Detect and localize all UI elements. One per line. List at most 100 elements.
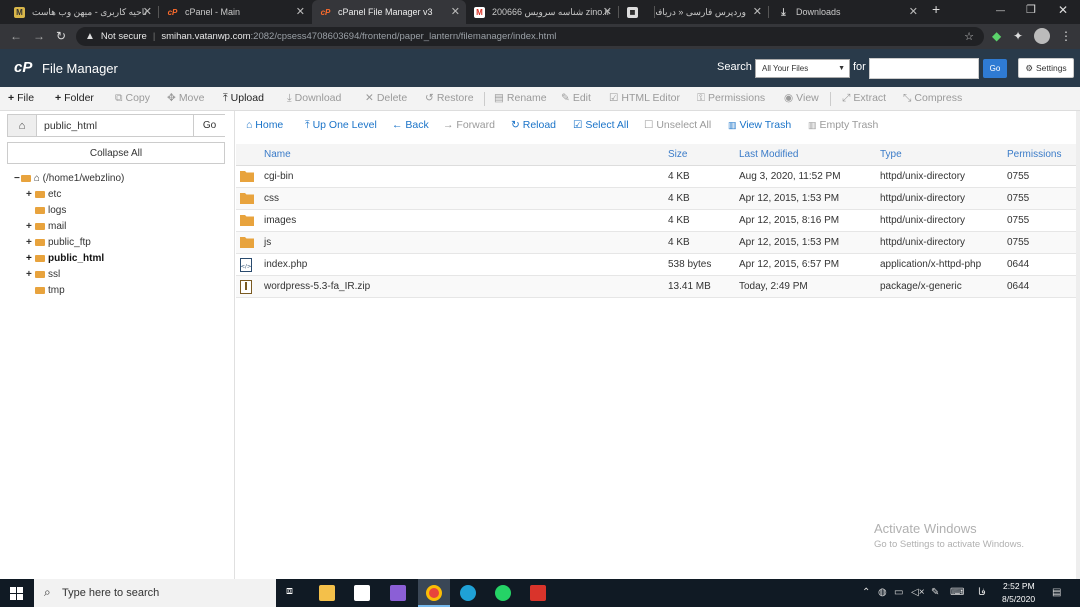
- path-input[interactable]: public_html: [44, 120, 97, 132]
- tree-item-public-html[interactable]: + public_html: [26, 253, 104, 264]
- nav-empty-trash-button[interactable]: ▥ Empty Trash: [808, 119, 878, 131]
- tree-item-public-ftp[interactable]: + public_ftp: [26, 237, 91, 248]
- scrollbar[interactable]: [1076, 111, 1080, 579]
- tree-item-mail[interactable]: + mail: [26, 221, 66, 232]
- tree-item-tmp[interactable]: tmp: [26, 285, 65, 296]
- html-editor-button[interactable]: ☑ HTML Editor: [609, 92, 680, 104]
- task-view-icon[interactable]: ⧈: [286, 585, 302, 601]
- copy-button[interactable]: ⧉ Copy: [115, 92, 150, 105]
- path-go-button[interactable]: Go: [193, 115, 225, 136]
- tree-expand-icon[interactable]: +: [26, 237, 35, 248]
- file-row[interactable]: cgi-bin 4 KB Aug 3, 2020, 11:52 PM httpd/un…: [236, 166, 1076, 188]
- browser-tab-3-active[interactable]: cP cPanel File Manager v3 ✕: [312, 0, 466, 24]
- column-size-header[interactable]: Size: [668, 149, 687, 160]
- home-icon[interactable]: ⌂: [8, 115, 37, 136]
- browser-tab-7[interactable]: ⤓ Downloads ✕: [770, 0, 924, 24]
- profile-avatar[interactable]: [1034, 28, 1050, 44]
- new-folder-button[interactable]: + Folder: [55, 92, 94, 104]
- file-row[interactable]: images 4 KB Apr 12, 2015, 8:16 PM httpd/uni…: [236, 210, 1076, 232]
- search-go-button[interactable]: Go: [983, 59, 1007, 78]
- tree-expand-icon[interactable]: +: [26, 221, 35, 232]
- column-type-header[interactable]: Type: [880, 149, 902, 160]
- tree-expand-icon[interactable]: +: [26, 269, 35, 280]
- edit-button[interactable]: ✎ Edit: [561, 92, 591, 104]
- collapse-all-button[interactable]: Collapse All: [7, 142, 225, 164]
- file-explorer-icon[interactable]: [319, 585, 335, 601]
- clock-date[interactable]: 8/5/2020: [1002, 594, 1035, 604]
- close-tab-icon[interactable]: ✕: [909, 5, 918, 18]
- nav-home-button[interactable]: ⌂ Home: [246, 119, 283, 131]
- whatsapp-icon[interactable]: [495, 585, 511, 601]
- file-row[interactable]: js 4 KB Apr 12, 2015, 1:53 PM httpd/unix-di…: [236, 232, 1076, 254]
- restore-button[interactable]: ↺ Restore: [425, 92, 474, 104]
- acrobat-icon[interactable]: [530, 585, 546, 601]
- nav-unselect-all-button[interactable]: ☐ Unselect All: [644, 119, 711, 131]
- browser-menu-icon[interactable]: ⋮: [1060, 29, 1072, 43]
- close-tab-icon[interactable]: ✕: [143, 5, 152, 18]
- browser-tab-1[interactable]: M ناحیه کاربری - میهن وب هاست ✕: [6, 0, 158, 24]
- taskbar-search-input[interactable]: ⌕ Type here to search: [34, 579, 276, 607]
- download-button[interactable]: ⤓ Download: [287, 92, 341, 105]
- view-button[interactable]: ◉ View: [784, 92, 819, 104]
- network-icon[interactable]: ◍: [878, 587, 887, 598]
- nav-reload-button[interactable]: ↻ Reload: [511, 119, 556, 131]
- tree-item-etc[interactable]: + etc: [26, 189, 61, 200]
- tree-collapse-icon[interactable]: −: [14, 173, 20, 184]
- file-row[interactable]: wordpress-5.3-fa_IR.zip 13.41 MB Today, 2:…: [236, 276, 1076, 298]
- new-file-button[interactable]: + File: [8, 92, 34, 104]
- search-scope-select[interactable]: All Your Files ▼: [755, 59, 850, 78]
- column-name-header[interactable]: Name: [264, 149, 291, 160]
- close-tab-icon[interactable]: ✕: [603, 5, 612, 18]
- microsoft-store-icon[interactable]: [354, 585, 370, 601]
- tree-item-logs[interactable]: logs: [26, 205, 66, 216]
- move-button[interactable]: ✥ Move: [167, 92, 205, 104]
- nav-view-trash-button[interactable]: ▥ View Trash: [728, 119, 791, 131]
- pen-icon[interactable]: ✎: [931, 587, 939, 598]
- close-tab-icon[interactable]: ✕: [296, 5, 305, 18]
- chrome-icon[interactable]: [426, 585, 442, 601]
- browser-tab-6[interactable]: وردپرس فارسی « دریافت ✕: [656, 0, 768, 24]
- back-arrow-icon[interactable]: ←: [10, 29, 22, 43]
- extensions-puzzle-icon[interactable]: ✦: [1013, 29, 1023, 43]
- file-row[interactable]: css 4 KB Apr 12, 2015, 1:53 PM httpd/unix-d…: [236, 188, 1076, 210]
- tree-expand-icon[interactable]: +: [26, 189, 35, 200]
- upload-button[interactable]: ⤒ Upload: [223, 92, 264, 105]
- close-window-button[interactable]: ✕: [1058, 3, 1068, 17]
- language-indicator[interactable]: فا: [978, 587, 986, 598]
- rename-button[interactable]: ▤ Rename: [494, 92, 547, 104]
- new-tab-button[interactable]: +: [932, 1, 940, 17]
- column-modified-header[interactable]: Last Modified: [739, 149, 798, 160]
- settings-button[interactable]: ⚙ Settings: [1018, 58, 1074, 78]
- permissions-button[interactable]: ⚿ Permissions: [697, 92, 765, 105]
- close-tab-icon[interactable]: ✕: [753, 5, 762, 18]
- forward-arrow-icon[interactable]: →: [33, 29, 45, 43]
- edge-icon[interactable]: [460, 585, 476, 601]
- nav-forward-button[interactable]: → Forward: [443, 119, 495, 131]
- reload-icon[interactable]: ↻: [56, 29, 66, 43]
- tray-chevron-up-icon[interactable]: ⌃: [862, 587, 870, 598]
- extract-button[interactable]: ⤢ Extract: [842, 92, 886, 105]
- tree-expand-icon[interactable]: +: [26, 253, 35, 264]
- file-row[interactable]: </> index.php 538 bytes Apr 12, 2015, 6:57 …: [236, 254, 1076, 276]
- tree-root[interactable]: − ⌂ (/home1/webzlino): [14, 173, 124, 184]
- compress-button[interactable]: ⤡ Compress: [903, 92, 962, 105]
- windows-start-icon[interactable]: [10, 587, 23, 600]
- tree-item-ssl[interactable]: + ssl: [26, 269, 60, 280]
- browser-tab-2[interactable]: cP cPanel - Main ✕: [159, 0, 311, 24]
- nav-up-one-level-button[interactable]: ⤒ Up One Level: [305, 119, 377, 132]
- browser-tab-5[interactable]: ▦: [619, 0, 653, 24]
- visual-studio-icon[interactable]: [390, 585, 406, 601]
- url-input[interactable]: ▲ Not secure | smihan.vatanwp.com :2082/…: [76, 27, 984, 46]
- delete-button[interactable]: ✕ Delete: [365, 92, 407, 104]
- extension-leaf-icon[interactable]: ◆: [992, 29, 1001, 43]
- minimize-button[interactable]: —: [996, 5, 1005, 15]
- notifications-icon[interactable]: ▤: [1052, 587, 1061, 598]
- search-input[interactable]: [869, 58, 979, 79]
- nav-select-all-button[interactable]: ☑ Select All: [573, 119, 629, 131]
- restore-button[interactable]: ❐: [1026, 3, 1036, 16]
- browser-tab-4[interactable]: M 200666 شناسه سرویس zino.ir ✕: [466, 0, 618, 24]
- close-tab-icon[interactable]: ✕: [451, 5, 460, 18]
- column-permissions-header[interactable]: Permissions: [1007, 149, 1061, 160]
- bookmark-star-icon[interactable]: ☆: [964, 30, 974, 43]
- nav-back-button[interactable]: ← Back: [392, 119, 429, 131]
